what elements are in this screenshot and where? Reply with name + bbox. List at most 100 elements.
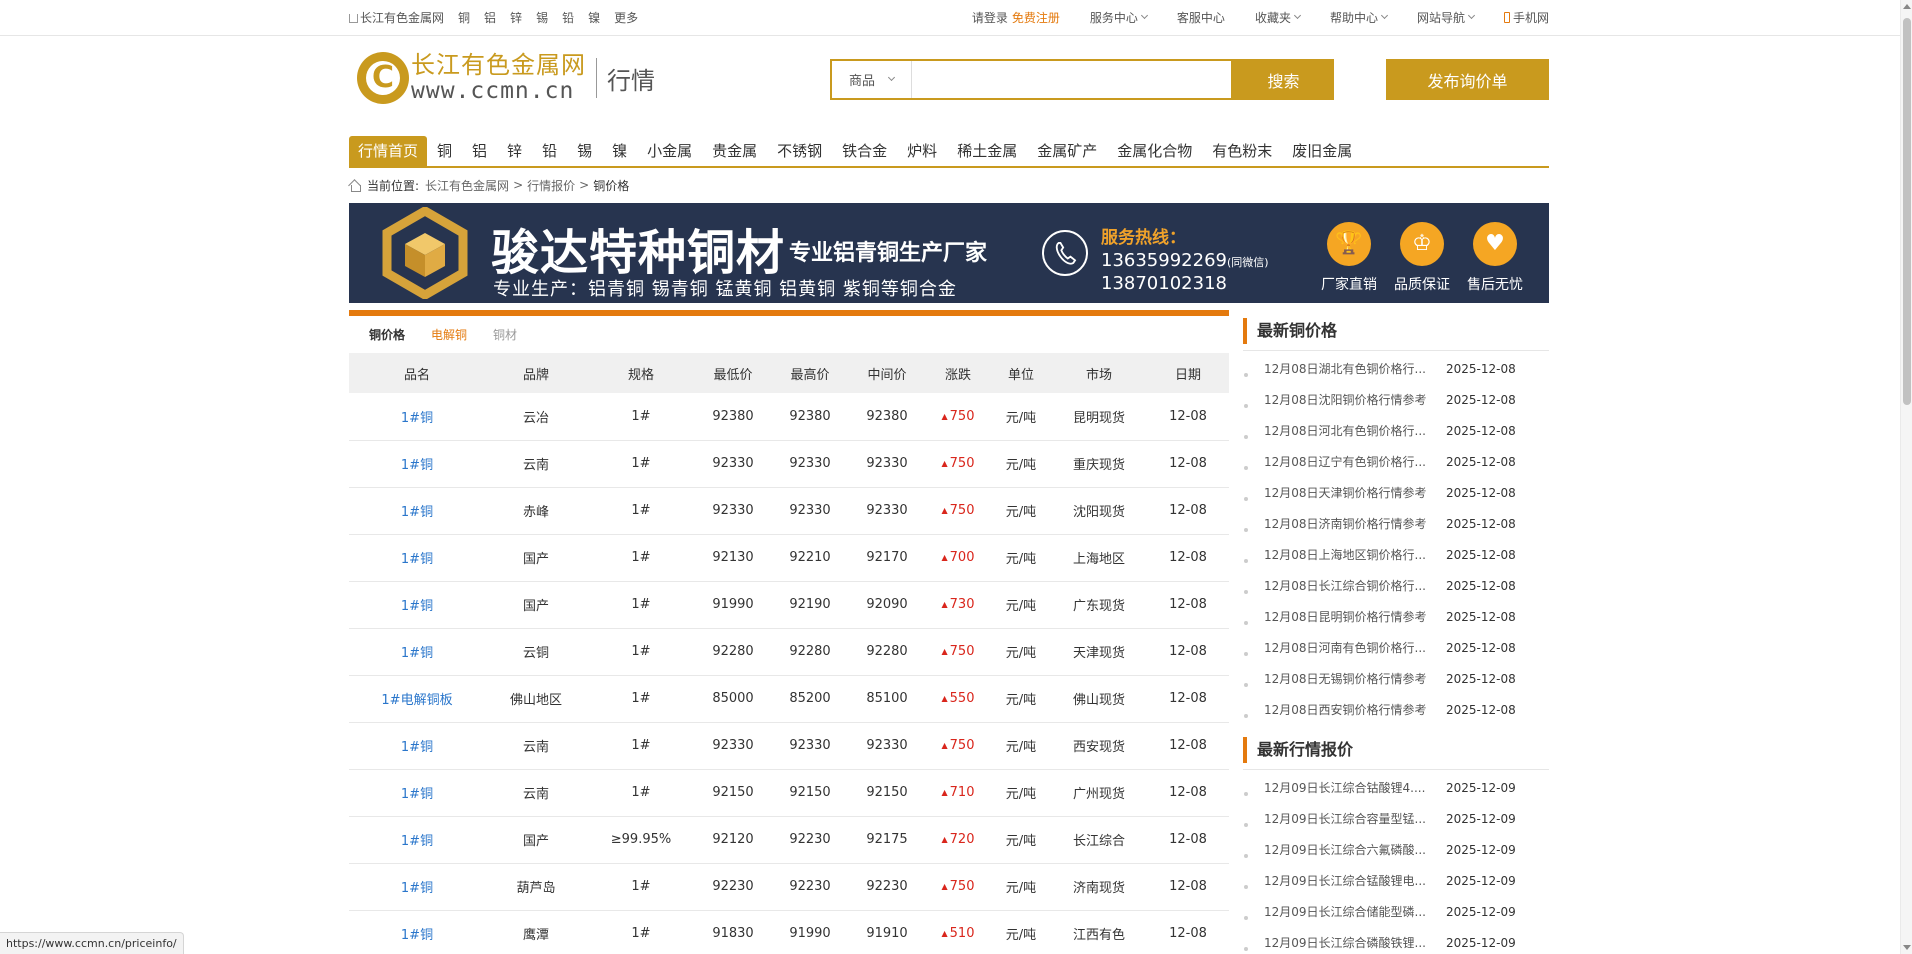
list-item[interactable]: 12月08日河南有色铜价格行... 2025-12-08	[1243, 632, 1549, 663]
article-title-link[interactable]: 12月08日天津铜价格行情参考	[1264, 484, 1443, 501]
search-input[interactable]	[912, 61, 1231, 98]
scroll-down-arrow-icon[interactable]	[1903, 945, 1911, 950]
help-center-menu[interactable]: 帮助中心	[1330, 9, 1389, 26]
nav-item-stainless-steel[interactable]: 不锈钢	[767, 136, 832, 166]
list-item[interactable]: 12月08日湖北有色铜价格行... 2025-12-08	[1243, 353, 1549, 384]
metal-link-lead[interactable]: 铅	[562, 9, 574, 26]
list-item[interactable]: 12月08日长江综合铜价格行... 2025-12-08	[1243, 570, 1549, 601]
article-title-link[interactable]: 12月08日济南铜价格行情参考	[1264, 515, 1443, 532]
metal-link-zinc[interactable]: 锌	[510, 9, 522, 26]
nav-item-minor-metals[interactable]: 小金属	[637, 136, 702, 166]
list-item[interactable]: 12月09日长江综合六氟磷酸... 2025-12-09	[1243, 834, 1549, 865]
list-item[interactable]: 12月08日河北有色铜价格行... 2025-12-08	[1243, 415, 1549, 446]
list-item[interactable]: 12月08日沈阳铜价格行情参考 2025-12-08	[1243, 384, 1549, 415]
cell-product-name[interactable]: 1#铜	[349, 816, 485, 863]
nav-item-metal-ore[interactable]: 金属矿产	[1027, 136, 1107, 166]
nav-item-lead[interactable]: 铅	[532, 136, 567, 166]
cell-product-name[interactable]: 1#铜	[349, 440, 485, 487]
metal-link-nickel[interactable]: 镍	[588, 9, 600, 26]
register-link[interactable]: 免费注册	[1012, 9, 1060, 26]
tab-electrolytic-copper[interactable]: 电解铜	[431, 326, 467, 343]
nav-item-scrap-metal[interactable]: 废旧金属	[1282, 136, 1362, 166]
cell-product-name[interactable]: 1#铜	[349, 628, 485, 675]
list-item[interactable]: 12月08日济南铜价格行情参考 2025-12-08	[1243, 508, 1549, 539]
advertisement-banner[interactable]: 骏达特种铜材 专业铝青铜生产厂家 专业生产：铝青铜 锡青铜 锰黄铜 铝黄铜 紫铜…	[349, 203, 1549, 303]
list-item[interactable]: 12月09日长江综合锰酸锂电... 2025-12-09	[1243, 865, 1549, 896]
search-category-select[interactable]: 商品	[832, 61, 912, 98]
list-item[interactable]: 12月08日天津铜价格行情参考 2025-12-08	[1243, 477, 1549, 508]
article-title-link[interactable]: 12月09日长江综合钴酸锂4....	[1264, 779, 1443, 796]
metal-link-more[interactable]: 更多	[614, 9, 638, 26]
search-button[interactable]: 搜索	[1233, 59, 1334, 100]
favorites-menu[interactable]: 收藏夹	[1254, 9, 1301, 26]
list-item[interactable]: 12月09日长江综合磷酸铁锂... 2025-12-09	[1243, 927, 1549, 954]
cell-product-name[interactable]: 1#铜	[349, 487, 485, 534]
article-title-link[interactable]: 12月08日西安铜价格行情参考	[1264, 701, 1443, 718]
cell-brand: 国产	[522, 834, 549, 849]
article-title-link[interactable]: 12月08日长江综合铜价格行...	[1264, 577, 1443, 594]
service-center-menu[interactable]: 服务中心	[1090, 9, 1148, 26]
breadcrumb-link-home[interactable]: 长江有色金属网	[425, 177, 509, 194]
nav-item-precious-metals[interactable]: 贵金属	[702, 136, 767, 166]
list-item[interactable]: 12月08日西安铜价格行情参考 2025-12-08	[1243, 694, 1549, 725]
mobile-site-link[interactable]: 手机网	[1503, 9, 1549, 26]
article-title-link[interactable]: 12月08日河南有色铜价格行...	[1264, 639, 1443, 656]
article-title-link[interactable]: 12月09日长江综合六氟磷酸...	[1264, 841, 1443, 858]
site-logo[interactable]: 长江有色金属网 www.ccmn.cn 行情	[357, 52, 655, 104]
cell-product-name[interactable]: 1#铜	[349, 393, 485, 440]
tab-copper-price[interactable]: 铜价格	[369, 326, 405, 343]
list-item[interactable]: 12月08日昆明铜价格行情参考 2025-12-08	[1243, 601, 1549, 632]
list-item[interactable]: 12月08日上海地区铜价格行... 2025-12-08	[1243, 539, 1549, 570]
article-title-link[interactable]: 12月08日湖北有色铜价格行...	[1264, 360, 1443, 377]
nav-item-nonferrous-powder[interactable]: 有色粉末	[1202, 136, 1282, 166]
breadcrumb-link-quotes[interactable]: 行情报价	[527, 177, 575, 194]
nav-item-furnace-material[interactable]: 炉料	[897, 136, 947, 166]
publish-inquiry-button[interactable]: 发布询价单	[1386, 59, 1549, 100]
article-title-link[interactable]: 12月09日长江综合容量型锰...	[1264, 810, 1443, 827]
nav-item-rare-earth[interactable]: 稀土金属	[947, 136, 1027, 166]
article-title-link[interactable]: 12月08日沈阳铜价格行情参考	[1264, 391, 1443, 408]
site-home-link[interactable]: 长江有色金属网	[349, 9, 444, 26]
nav-item-market-home[interactable]: 行情首页	[349, 136, 428, 166]
nav-item-copper[interactable]: 铜	[427, 136, 462, 166]
metal-link-aluminum[interactable]: 铝	[484, 9, 496, 26]
article-title-link[interactable]: 12月09日长江综合锰酸锂电...	[1264, 872, 1443, 889]
scrollbar-thumb[interactable]	[1903, 18, 1911, 405]
article-title-link[interactable]: 12月09日长江综合磷酸铁锂...	[1264, 934, 1443, 951]
article-date: 2025-12-08	[1446, 423, 1516, 438]
cell-product-name[interactable]: 1#铜	[349, 910, 485, 954]
article-title-link[interactable]: 12月08日辽宁有色铜价格行...	[1264, 453, 1443, 470]
cell-product-name[interactable]: 1#电解铜板	[349, 675, 485, 722]
list-item[interactable]: 12月09日长江综合钴酸锂4.... 2025-12-09	[1243, 772, 1549, 803]
article-title-link[interactable]: 12月08日河北有色铜价格行...	[1264, 422, 1443, 439]
nav-item-zinc[interactable]: 锌	[497, 136, 532, 166]
cell-product-name[interactable]: 1#铜	[349, 534, 485, 581]
article-title-link[interactable]: 12月08日上海地区铜价格行...	[1264, 546, 1443, 563]
cell-product-name[interactable]: 1#铜	[349, 722, 485, 769]
customer-support-link[interactable]: 客服中心	[1177, 9, 1225, 26]
login-link[interactable]: 请登录	[972, 9, 1008, 26]
cell-product-name[interactable]: 1#铜	[349, 581, 485, 628]
favorites-label: 收藏夹	[1254, 11, 1291, 25]
list-item[interactable]: 12月08日辽宁有色铜价格行... 2025-12-08	[1243, 446, 1549, 477]
nav-item-nickel[interactable]: 镍	[602, 136, 637, 166]
nav-item-aluminum[interactable]: 铝	[462, 136, 497, 166]
article-title-link[interactable]: 12月08日昆明铜价格行情参考	[1264, 608, 1443, 625]
article-date: 2025-12-08	[1446, 485, 1516, 500]
cell-product-name[interactable]: 1#铜	[349, 769, 485, 816]
article-title-link[interactable]: 12月08日无锡铜价格行情参考	[1264, 670, 1443, 687]
site-nav-menu[interactable]: 网站导航	[1417, 9, 1476, 26]
tab-copper-material[interactable]: 铜材	[493, 326, 517, 343]
page-scrollbar[interactable]	[1900, 0, 1912, 954]
metal-link-copper[interactable]: 铜	[458, 9, 470, 26]
list-item[interactable]: 12月08日无锡铜价格行情参考 2025-12-08	[1243, 663, 1549, 694]
list-item[interactable]: 12月09日长江综合储能型磷... 2025-12-09	[1243, 896, 1549, 927]
list-item[interactable]: 12月09日长江综合容量型锰... 2025-12-09	[1243, 803, 1549, 834]
nav-item-ferroalloy[interactable]: 铁合金	[832, 136, 897, 166]
metal-link-tin[interactable]: 锡	[536, 9, 548, 26]
nav-item-tin[interactable]: 锡	[567, 136, 602, 166]
nav-item-metal-compounds[interactable]: 金属化合物	[1107, 136, 1202, 166]
article-title-link[interactable]: 12月09日长江综合储能型磷...	[1264, 903, 1443, 920]
cell-product-name[interactable]: 1#铜	[349, 863, 485, 910]
scroll-up-arrow-icon[interactable]	[1903, 4, 1911, 9]
